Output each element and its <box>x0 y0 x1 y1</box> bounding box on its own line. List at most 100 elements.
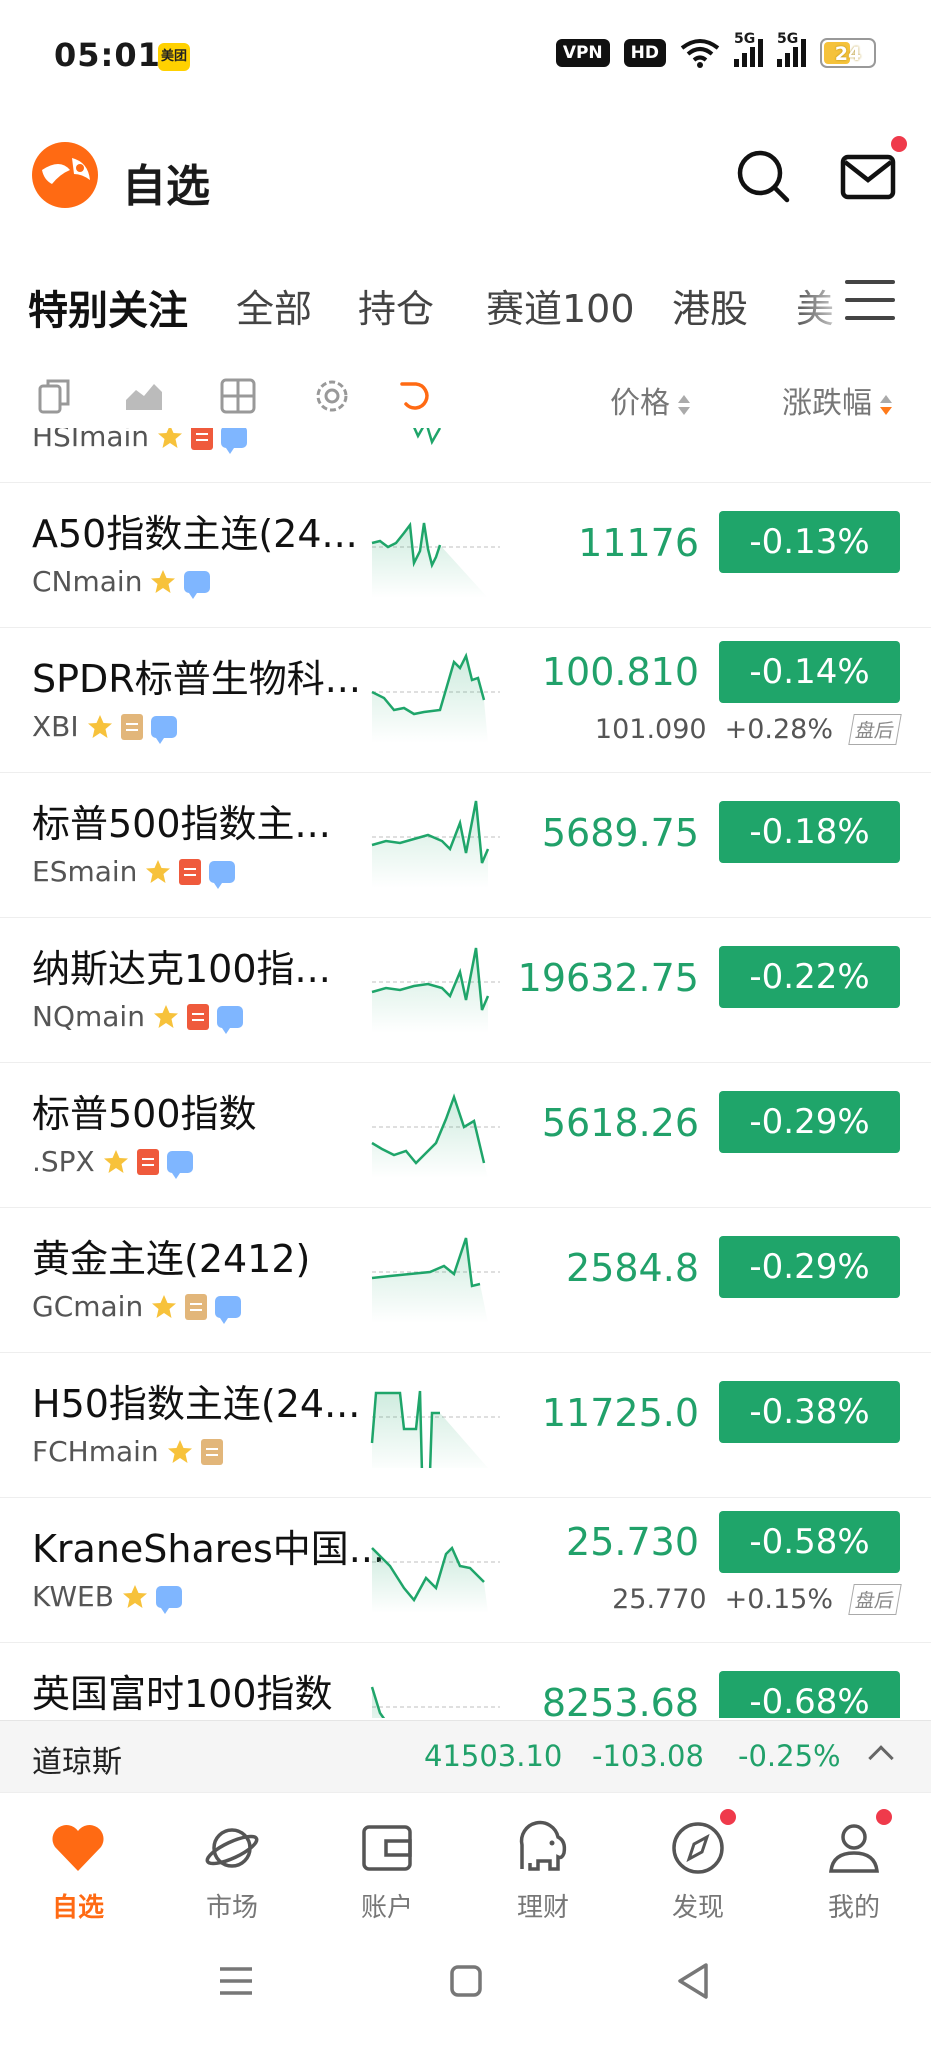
chevron-up-icon[interactable] <box>868 1745 894 1771</box>
tab-holdings[interactable]: 持仓 <box>358 278 434 333</box>
stock-price: 8253.68 <box>541 1681 699 1718</box>
sparkline <box>371 1237 500 1323</box>
list-toolbar: 价格 涨跌幅 <box>0 370 931 426</box>
tab-special-focus[interactable]: 特别关注 <box>22 278 188 340</box>
star-icon <box>151 569 176 593</box>
stock-name: SPDR标普生物科... <box>32 657 361 701</box>
stock-price: 25.730 <box>566 1520 699 1564</box>
index-ticker[interactable]: 道琼斯 41503.10 -103.08 -0.25% <box>0 1720 931 1792</box>
comment-icon <box>155 1585 182 1614</box>
stock-code: HSImain <box>32 428 150 453</box>
battery-icon: 24 <box>820 38 876 68</box>
status-time: 05:01 <box>54 36 161 74</box>
sparkline <box>371 947 500 1033</box>
news-icon <box>136 1148 159 1175</box>
search-icon[interactable] <box>735 148 791 204</box>
change-badge[interactable]: -0.68% <box>719 1671 900 1718</box>
list-item[interactable]: H50指数主连(24... FCHmain 11725.0 -0.38% <box>0 1353 931 1498</box>
change-badge[interactable]: -0.38% <box>719 1381 900 1443</box>
comment-icon <box>221 428 248 454</box>
me-badge-dot <box>876 1809 892 1825</box>
change-badge[interactable]: -0.13% <box>719 511 900 573</box>
list-item[interactable]: 标普500指数 .SPX 5618.26 -0.29% <box>0 1063 931 1208</box>
nav-me[interactable]: 我的 <box>794 1819 914 1924</box>
watchlist: HSImain A50指数主连(24... CNmain 11176 -0.13% SP… <box>0 428 931 1718</box>
after-hours-price: 101.090 <box>594 714 707 745</box>
change-sort-header[interactable]: 涨跌幅 <box>782 378 892 422</box>
stock-price: 100.810 <box>541 650 699 694</box>
tab-hk-stocks[interactable]: 港股 <box>672 278 748 333</box>
news-icon <box>185 1293 208 1320</box>
sparkline <box>370 1390 500 1468</box>
change-badge[interactable]: -0.29% <box>719 1091 900 1153</box>
list-item[interactable]: KraneShares中国... KWEB 25.730 -0.58% 25.770 +0… <box>0 1498 931 1643</box>
stock-code: .SPX <box>32 1145 95 1178</box>
meituan-notification-icon: 美团 <box>158 43 190 71</box>
star-icon <box>153 1004 178 1028</box>
change-badge[interactable]: -0.14% <box>719 641 900 703</box>
comment-icon <box>184 570 211 599</box>
sparkline <box>371 652 500 743</box>
after-hours-tag: 盘后 <box>848 714 902 745</box>
after-hours-change: +0.28% <box>724 714 833 745</box>
mail-icon[interactable] <box>840 152 896 202</box>
comment-icon <box>166 1150 193 1179</box>
ticker-change-pct: -0.25% <box>738 1739 841 1773</box>
list-item[interactable]: 标普500指数主... ESmain 5689.75 -0.18% <box>0 773 931 918</box>
list-item[interactable]: SPDR标普生物科... XBI 100.810 -0.14% 101.090 +0.28… <box>0 628 931 773</box>
stock-price: 11725.0 <box>541 1391 699 1435</box>
nav-market[interactable]: 市场 <box>172 1819 292 1924</box>
list-item[interactable]: 黄金主连(2412) GCmain 2584.8 -0.29% <box>0 1208 931 1353</box>
change-badge[interactable]: -0.18% <box>719 801 900 863</box>
after-hours-quote: 25.770 +0.15% 盘后 <box>612 1584 902 1615</box>
nav-discover[interactable]: 发现 <box>638 1819 758 1924</box>
tab-all[interactable]: 全部 <box>236 278 312 333</box>
stock-price: 5618.26 <box>541 1101 699 1145</box>
chart-area-icon[interactable] <box>124 376 164 416</box>
stock-name: 纳斯达克100指... <box>32 947 331 991</box>
menu-icon[interactable] <box>216 1961 256 2001</box>
change-badge[interactable]: -0.22% <box>719 946 900 1008</box>
stock-name: 标普500指数主... <box>32 802 331 846</box>
nav-wealth[interactable]: 理财 <box>483 1819 603 1924</box>
wallet-icon <box>362 1825 412 1871</box>
list-item[interactable]: A50指数主连(24... CNmain 11176 -0.13% <box>0 483 931 628</box>
ticker-price: 41503.10 <box>424 1739 563 1773</box>
change-badge[interactable]: -0.29% <box>719 1236 900 1298</box>
wifi-icon <box>680 39 720 68</box>
planet-icon <box>205 1828 259 1868</box>
sparkline <box>370 1686 500 1718</box>
list-item[interactable]: 纳斯达克100指... NQmain 19632.75 -0.22% <box>0 918 931 1063</box>
copy-icon[interactable] <box>34 376 74 416</box>
app-logo-icon <box>32 142 98 208</box>
nav-account[interactable]: 账户 <box>327 1819 447 1924</box>
home-icon[interactable] <box>446 1961 486 2001</box>
sort-icon <box>678 394 690 415</box>
nav-watchlist[interactable]: 自选 <box>18 1819 138 1924</box>
star-icon <box>167 1439 192 1463</box>
star-icon <box>122 1584 147 1608</box>
sort-icon <box>880 394 892 415</box>
sparkline <box>371 800 500 888</box>
watchlist-tabs: 特别关注 全部 持仓 赛道100 港股 美 <box>0 270 931 340</box>
app-header: 自选 <box>0 118 931 238</box>
stock-price: 11176 <box>578 521 699 565</box>
ticker-change: -103.08 <box>592 1739 704 1773</box>
settings-icon[interactable] <box>312 376 352 416</box>
back-icon[interactable] <box>674 1961 714 2001</box>
tab-track100[interactable]: 赛道100 <box>486 278 635 333</box>
menu-icon[interactable] <box>845 278 895 322</box>
stock-code: FCHmain <box>32 1435 159 1468</box>
price-sort-header[interactable]: 价格 <box>610 378 690 422</box>
news-icon <box>179 858 202 885</box>
grid-icon[interactable] <box>218 376 258 416</box>
change-badge[interactable]: -0.58% <box>719 1511 900 1573</box>
comment-icon <box>215 1295 242 1324</box>
sparkline <box>413 428 442 446</box>
user-icon <box>829 1824 879 1873</box>
list-item[interactable]: HSImain <box>0 428 931 483</box>
undo-icon[interactable] <box>394 376 434 416</box>
list-item[interactable]: 英国富时100指数 8253.68 -0.68% <box>0 1643 931 1718</box>
stock-price: 5689.75 <box>541 811 699 855</box>
after-hours-price: 25.770 <box>612 1584 707 1615</box>
